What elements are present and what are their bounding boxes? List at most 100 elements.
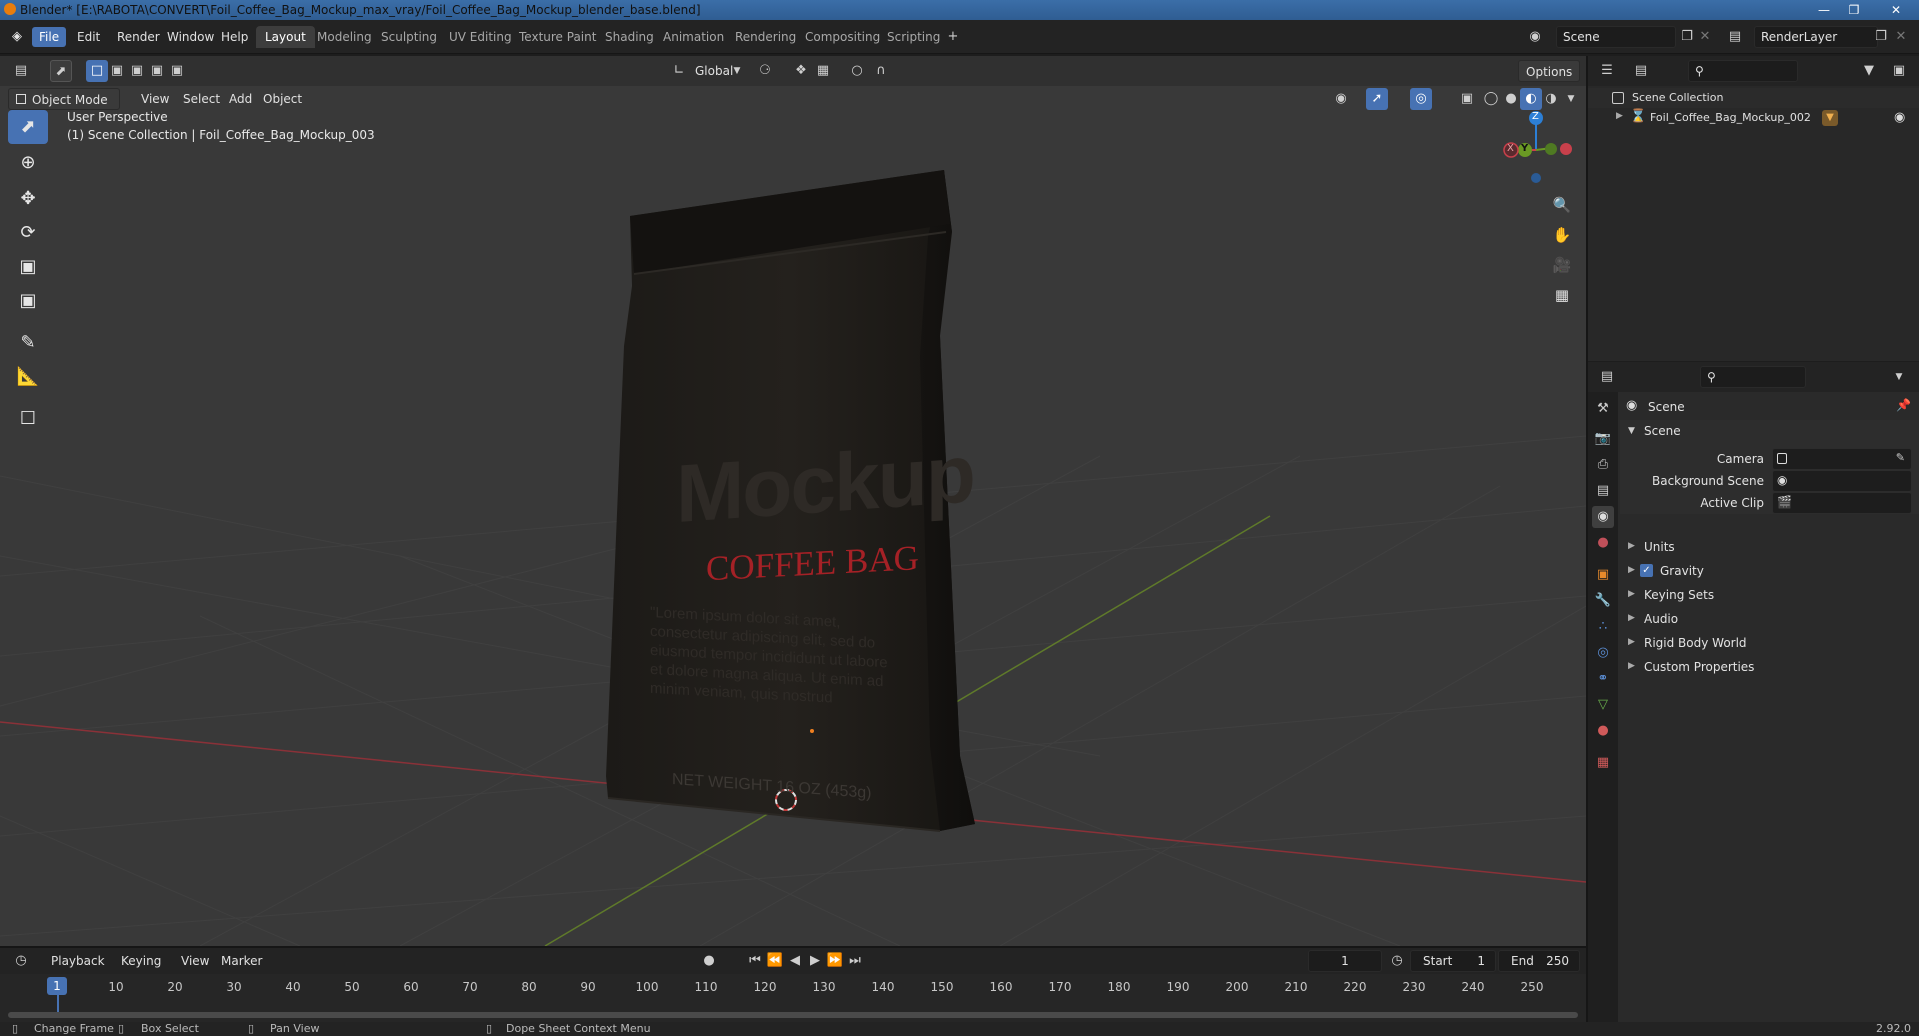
play-reverse-icon[interactable]: ◀	[784, 950, 806, 972]
shading-options-icon[interactable]: ▼	[1560, 88, 1582, 110]
timeline-ruler[interactable]: 1102030405060708090100110120130140150160…	[0, 974, 1586, 1024]
record-icon[interactable]: ●	[698, 950, 720, 972]
scene-panel-title[interactable]: Scene	[1644, 424, 1681, 438]
outliner-row-scene-collection[interactable]: Scene Collection	[1588, 88, 1919, 108]
3d-viewport[interactable]: Mockup COFFEE BAG "Lorem ipsum dolor sit…	[0, 56, 1586, 946]
material-shading-icon[interactable]: ◐	[1520, 88, 1542, 110]
menu-render[interactable]: Render	[110, 27, 167, 47]
timeline-scrollbar[interactable]	[8, 1012, 1578, 1018]
outliner-row-object[interactable]: ▶ ⌛ Foil_Coffee_Bag_Mockup_002 ▼ ◉	[1588, 108, 1919, 128]
camera-view-icon[interactable]: 🎥	[1549, 252, 1575, 278]
view-layer-icon[interactable]: ▤	[1724, 26, 1746, 48]
physics-tab-icon[interactable]: ◎	[1592, 642, 1614, 664]
panel-collapse-icon[interactable]: ▼	[1628, 426, 1635, 436]
view-layer-tab-icon[interactable]: ▤	[1592, 480, 1614, 502]
select-tool-icon[interactable]: ⬈	[50, 60, 72, 82]
timeline-editor-type-icon[interactable]: ◷	[10, 950, 32, 972]
add-workspace-icon[interactable]: +	[942, 26, 964, 48]
jump-start-icon[interactable]: ⏮	[744, 950, 766, 972]
select-subtract-icon[interactable]: ▣	[126, 60, 148, 82]
active-clip-field[interactable]: 🎬	[1772, 492, 1912, 514]
viewport-menu-add[interactable]: Add	[222, 88, 259, 110]
scene-tab-icon[interactable]: ◉	[1592, 506, 1614, 528]
falloff-icon[interactable]: ∩	[870, 60, 892, 82]
tab-texture-paint[interactable]: Texture Paint	[510, 26, 605, 48]
add-cube-icon[interactable]: ☐	[8, 402, 48, 436]
tab-animation[interactable]: Animation	[654, 26, 733, 48]
tab-rendering[interactable]: Rendering	[726, 26, 805, 48]
minimize-icon[interactable]: —	[1810, 0, 1838, 20]
pin-icon[interactable]: 📌	[1896, 398, 1911, 412]
data-tab-icon[interactable]: ▽	[1592, 694, 1614, 716]
timeline-menu-view[interactable]: View	[174, 950, 216, 972]
subpanel-units[interactable]: ▶ Units	[1620, 536, 1919, 558]
pan-hand-icon[interactable]: ✋	[1549, 222, 1575, 248]
texture-tab-icon[interactable]: ▦	[1592, 752, 1614, 774]
tab-uv-editing[interactable]: UV Editing	[440, 26, 521, 48]
timeline-menu-playback[interactable]: Playback	[44, 950, 112, 972]
move-icon[interactable]: ✥	[8, 182, 48, 216]
jump-end-icon[interactable]: ⏭	[844, 950, 866, 972]
timeline-menu-keying[interactable]: Keying	[114, 950, 168, 972]
object-mode-dropdown[interactable]: Object Mode	[8, 88, 120, 110]
transform-orientation-icon[interactable]: ∟	[668, 60, 690, 82]
clock-icon[interactable]: ◷	[1386, 950, 1408, 972]
outliner-search-input[interactable]: ⚲	[1688, 60, 1798, 82]
select-extend-icon[interactable]: ▣	[106, 60, 128, 82]
properties-search-input[interactable]: ⚲	[1700, 366, 1806, 388]
pivot-point-icon[interactable]: ⚆	[754, 60, 776, 82]
menu-edit[interactable]: Edit	[70, 27, 107, 47]
delete-scene-icon[interactable]: ✕	[1694, 26, 1716, 48]
select-new-icon[interactable]: □	[86, 60, 108, 82]
tab-modeling[interactable]: Modeling	[308, 26, 381, 48]
tab-compositing[interactable]: Compositing	[796, 26, 889, 48]
menu-window[interactable]: Window	[160, 27, 221, 47]
snap-target-icon[interactable]: ▦	[812, 60, 834, 82]
next-keyframe-icon[interactable]: ⏩	[824, 950, 846, 972]
camera-field[interactable]: ✎	[1772, 448, 1912, 470]
tab-scripting[interactable]: Scripting	[878, 26, 949, 48]
properties-options-icon[interactable]: ▼	[1888, 366, 1910, 388]
transform-icon[interactable]: ▣	[8, 284, 48, 318]
outliner-editor-type-icon[interactable]: ☰	[1596, 60, 1618, 82]
viewport-menu-select[interactable]: Select	[176, 88, 227, 110]
snap-toggle-icon[interactable]: ❖	[790, 60, 812, 82]
annotate-icon[interactable]: ✎	[8, 326, 48, 360]
delete-view-layer-icon[interactable]: ✕	[1890, 26, 1912, 48]
menu-help[interactable]: Help	[214, 27, 255, 47]
subpanel-custom-properties[interactable]: ▶ Custom Properties	[1620, 656, 1919, 678]
scene-name-field[interactable]: Scene	[1556, 26, 1676, 48]
background-scene-field[interactable]: ◉	[1772, 470, 1912, 492]
output-tab-icon[interactable]: ⎙	[1592, 454, 1614, 476]
tab-shading[interactable]: Shading	[596, 26, 663, 48]
tab-layout[interactable]: Layout	[256, 26, 315, 48]
display-mode-icon[interactable]: ▤	[1630, 60, 1652, 82]
subpanel-gravity[interactable]: ▶ ✓ Gravity	[1620, 560, 1919, 582]
render-layer-field[interactable]: RenderLayer	[1754, 26, 1878, 48]
filter-icon[interactable]: ▼	[1858, 60, 1880, 82]
current-frame-field[interactable]: 1	[1308, 950, 1382, 972]
subpanel-audio[interactable]: ▶ Audio	[1620, 608, 1919, 630]
select-invert-icon[interactable]: ▣	[146, 60, 168, 82]
menu-file[interactable]: File	[32, 27, 67, 47]
particles-tab-icon[interactable]: ∴	[1592, 616, 1614, 638]
xray-toggle-icon[interactable]: ▣	[1456, 88, 1478, 110]
play-icon[interactable]: ▶	[804, 950, 826, 972]
eye-visibility-icon[interactable]: ◉	[1894, 110, 1905, 125]
gizmo-toggle-icon[interactable]: ➚	[1366, 88, 1388, 110]
material-tab-icon[interactable]: ●	[1592, 720, 1614, 742]
subpanel-rigid-body-world[interactable]: ▶ Rigid Body World	[1620, 632, 1919, 654]
overlays-toggle-icon[interactable]: ◎	[1410, 88, 1432, 110]
render-tab-icon[interactable]: 📷	[1592, 428, 1614, 450]
options-dropdown[interactable]: Options	[1518, 60, 1581, 82]
subpanel-keying-sets[interactable]: ▶ Keying Sets	[1620, 584, 1919, 606]
modifier-tab-icon[interactable]: 🔧	[1592, 590, 1614, 612]
select-box-icon[interactable]: ⬈	[8, 110, 48, 144]
object-tab-icon[interactable]: ▣	[1592, 564, 1614, 586]
editor-type-icon[interactable]: ▤	[10, 60, 32, 82]
scale-icon[interactable]: ▣	[8, 250, 48, 284]
expand-arrow-icon[interactable]: ▶	[1616, 111, 1623, 121]
solid-shading-icon[interactable]: ●	[1500, 88, 1522, 110]
blender-menu-icon[interactable]: ◈	[6, 26, 28, 48]
wireframe-shading-icon[interactable]: ◯	[1480, 88, 1502, 110]
